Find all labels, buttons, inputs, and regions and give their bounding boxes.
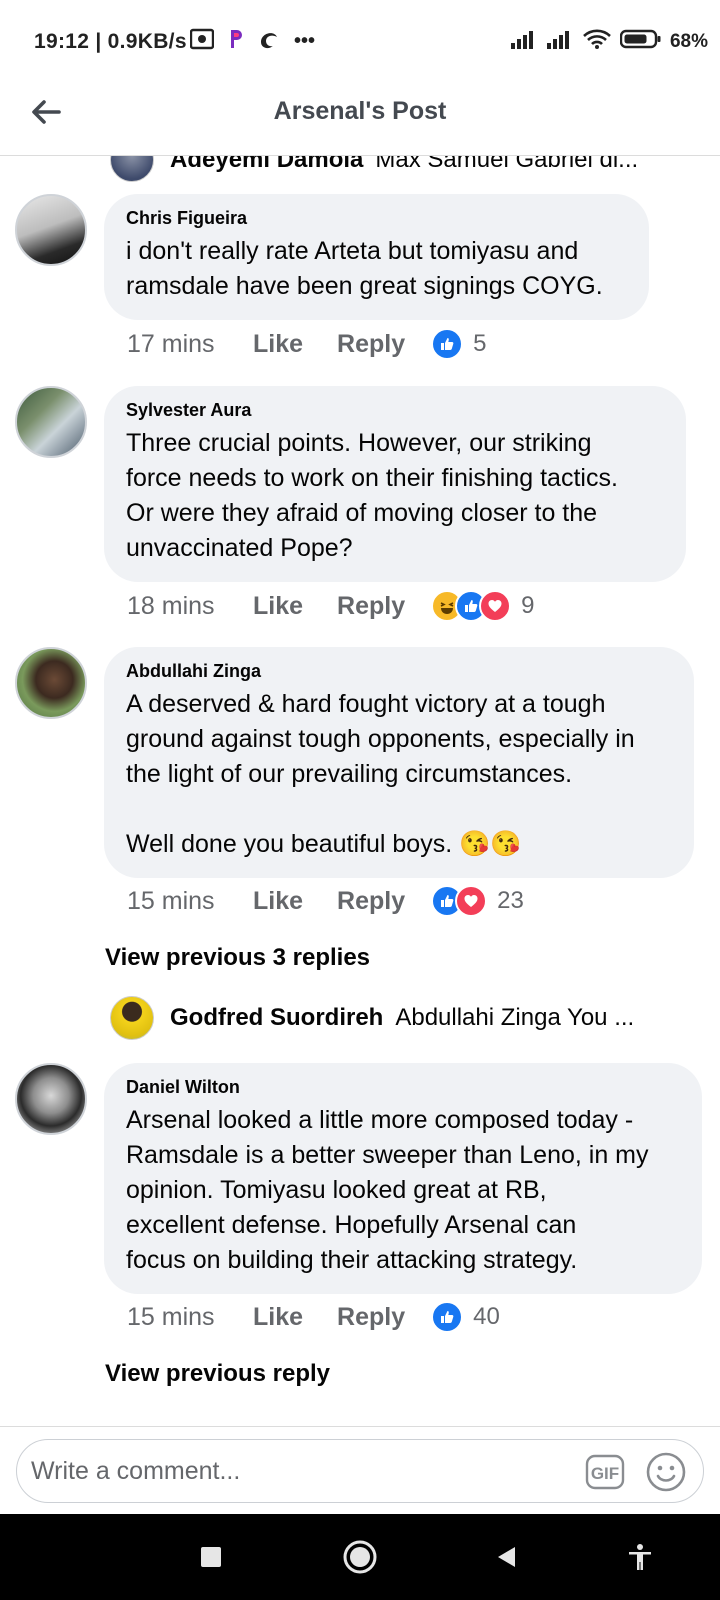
- reply-button[interactable]: Reply: [337, 592, 405, 621]
- reply-button[interactable]: Reply: [337, 887, 405, 916]
- like-button[interactable]: Like: [253, 1303, 303, 1332]
- comment-bubble[interactable]: Chris Figueira i don't really rate Artet…: [104, 194, 649, 320]
- reply-snippet: Max Samuel Gabriel di...: [375, 156, 639, 173]
- swirl-app-icon: [258, 28, 280, 55]
- battery-icon: [619, 28, 662, 56]
- home-button[interactable]: [337, 1534, 383, 1580]
- view-previous-replies-link[interactable]: View previous 3 replies: [105, 944, 370, 972]
- reply-button[interactable]: Reply: [337, 1303, 405, 1332]
- comment-text: A deserved & hard fought victory at a to…: [126, 690, 635, 858]
- comment-meta: 18 mins Like Reply 9: [127, 590, 534, 622]
- reply-preview[interactable]: Godfred Suordireh Abdullahi Zinga You ..…: [110, 996, 680, 1040]
- comment-meta: 15 mins Like Reply 40: [127, 1301, 500, 1333]
- reply-author[interactable]: Godfred Suordireh: [170, 1004, 383, 1032]
- comments-feed[interactable]: Adeyemi Damola Max Samuel Gabriel di... …: [0, 156, 720, 1426]
- status-bar: 19:12 | 0.9KB/s ••• 68%: [0, 0, 720, 80]
- avatar[interactable]: [15, 194, 87, 266]
- comment-bubble[interactable]: Daniel Wilton Arsenal looked a little mo…: [104, 1063, 702, 1294]
- comment-composer: GIF: [0, 1426, 720, 1514]
- comment-input[interactable]: [31, 1454, 531, 1488]
- comment-author[interactable]: Chris Figueira: [126, 208, 627, 229]
- reaction-count: 9: [521, 592, 535, 619]
- comment-time: 18 mins: [127, 591, 215, 620]
- reactions[interactable]: [431, 885, 488, 917]
- wifi-icon: [582, 28, 612, 56]
- reaction-count: 40: [473, 1303, 500, 1330]
- comment-bubble[interactable]: Sylvester Aura Three crucial points. How…: [104, 386, 686, 582]
- view-previous-reply-link[interactable]: View previous reply: [105, 1360, 330, 1388]
- like-button[interactable]: Like: [253, 592, 303, 621]
- status-time: 19:12 | 0.9KB/s: [34, 30, 187, 53]
- gif-label: GIF: [591, 1464, 619, 1483]
- more-notifications-icon: •••: [294, 30, 316, 52]
- love-reaction-icon: [479, 590, 512, 622]
- reaction-count: 5: [473, 330, 487, 357]
- back-nav-button[interactable]: [484, 1534, 530, 1580]
- smiley-icon: [646, 1452, 686, 1492]
- comment-author[interactable]: Daniel Wilton: [126, 1077, 680, 1098]
- gif-button[interactable]: GIF: [585, 1454, 625, 1490]
- avatar[interactable]: [15, 647, 87, 719]
- like-button[interactable]: Like: [253, 887, 303, 916]
- comment-time: 15 mins: [127, 886, 215, 915]
- comment-author[interactable]: Sylvester Aura: [126, 400, 664, 421]
- comment-time: 15 mins: [127, 1302, 215, 1331]
- avatar[interactable]: [15, 1063, 87, 1135]
- avatar[interactable]: [110, 156, 154, 182]
- reactions[interactable]: [431, 590, 512, 622]
- comment-meta: 17 mins Like Reply 5: [127, 328, 486, 360]
- reply-snippet: Abdullahi Zinga You ...: [395, 1004, 635, 1031]
- comment-author[interactable]: Abdullahi Zinga: [126, 661, 672, 682]
- comment-text: Three crucial points. However, our strik…: [126, 429, 618, 562]
- reply-preview-top[interactable]: Adeyemi Damola Max Samuel Gabriel di...: [110, 156, 670, 182]
- like-reaction-icon: [431, 328, 464, 360]
- composer-box[interactable]: GIF: [16, 1439, 704, 1503]
- like-reaction-icon: [431, 1301, 464, 1333]
- comment-meta: 15 mins Like Reply 23: [127, 885, 524, 917]
- app-header: Arsenal's Post: [0, 80, 720, 156]
- comment-time: 17 mins: [127, 329, 215, 358]
- status-notification-icons: •••: [189, 28, 316, 55]
- square-icon: [201, 1547, 221, 1567]
- status-system-icons: 68%: [510, 28, 708, 56]
- accessibility-button[interactable]: [617, 1534, 663, 1580]
- comment-text: Arsenal looked a little more composed to…: [126, 1106, 649, 1274]
- triangle-back-icon: [498, 1547, 515, 1567]
- accessibility-icon: [629, 1544, 651, 1570]
- reactions[interactable]: [431, 328, 464, 360]
- screenshot-icon: [189, 28, 215, 55]
- love-reaction-icon: [455, 885, 488, 917]
- battery-level: 68%: [669, 31, 708, 52]
- signal-icon-2: [546, 28, 574, 56]
- reply-author[interactable]: Adeyemi Damola: [170, 156, 363, 174]
- reactions[interactable]: [431, 1301, 464, 1333]
- comment-text: i don't really rate Arteta but tomiyasu …: [126, 237, 603, 300]
- emoji-button[interactable]: [645, 1451, 687, 1493]
- avatar[interactable]: [110, 996, 154, 1040]
- reaction-count: 23: [497, 887, 524, 914]
- page-title: Arsenal's Post: [273, 97, 447, 125]
- recents-button[interactable]: [188, 1534, 234, 1580]
- gif-icon: GIF: [585, 1454, 625, 1490]
- p-app-icon: [228, 28, 244, 55]
- avatar[interactable]: [15, 386, 87, 458]
- comment-bubble[interactable]: Abdullahi Zinga A deserved & hard fought…: [104, 647, 694, 878]
- like-button[interactable]: Like: [253, 330, 303, 359]
- reply-button[interactable]: Reply: [337, 330, 405, 359]
- screen: 19:12 | 0.9KB/s ••• 68% Arsenal's Post A…: [0, 0, 720, 1600]
- system-nav-bar: [0, 1514, 720, 1600]
- circle-icon: [343, 1540, 377, 1574]
- signal-icon-1: [510, 28, 538, 56]
